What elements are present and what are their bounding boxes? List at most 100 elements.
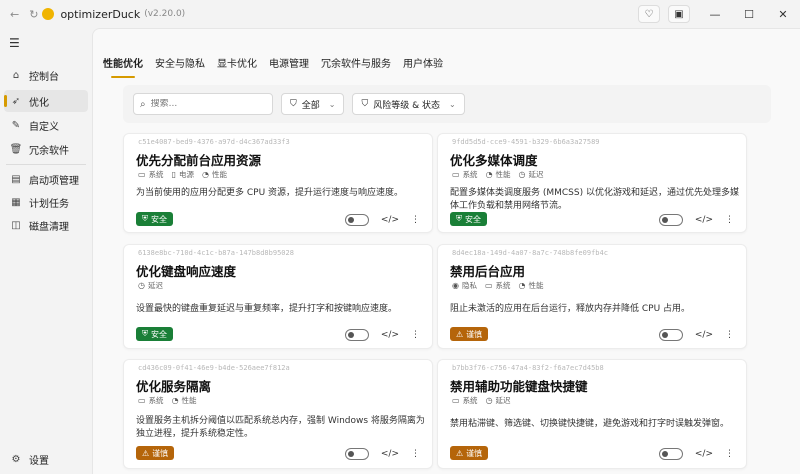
search-icon: ⌕ xyxy=(140,98,146,110)
code-icon[interactable]: </> xyxy=(695,449,713,459)
tab-bloatware-services[interactable]: 冗余软件与服务 xyxy=(321,55,391,70)
tweak-title: 禁用后台应用 xyxy=(450,264,526,279)
tag-label: 性能 xyxy=(181,396,197,405)
tab-security-privacy[interactable]: 安全与隐私 xyxy=(155,55,205,70)
risk-label: 谨慎 xyxy=(152,448,169,458)
home-icon: ⌂ xyxy=(12,69,20,81)
sidebar-item-scheduled-tasks[interactable]: ▦ 计划任务 xyxy=(4,191,88,213)
code-icon[interactable]: </> xyxy=(381,215,399,225)
code-icon[interactable]: </> xyxy=(695,330,713,340)
tweak-description: 设置最快的键盘重复延迟与重复频率，提升打字和按键响应速度。 xyxy=(136,304,398,314)
tweak-controls: </> ⋮ xyxy=(344,329,420,341)
sidebar-item-custom[interactable]: ✎ 自定义 xyxy=(4,114,88,136)
warning-icon: ⚠ xyxy=(456,329,464,339)
tweak-toggle[interactable] xyxy=(344,329,369,341)
tweak-toggle[interactable] xyxy=(658,214,683,226)
tag-label: 性能 xyxy=(528,281,544,290)
more-icon[interactable]: ⋮ xyxy=(411,330,420,340)
tweak-toggle[interactable] xyxy=(344,448,369,460)
risk-badge: ⚠ 谨慎 xyxy=(450,446,489,460)
tag-label: 延迟 xyxy=(495,396,511,405)
tag-label: 延迟 xyxy=(528,170,544,179)
tweak-tag: ▭ 系统 xyxy=(138,169,164,180)
sidebar-item-optimize[interactable]: ➶ 优化 xyxy=(4,90,88,112)
tweak-tag: ◉ 隐私 xyxy=(452,280,477,291)
more-icon[interactable]: ⋮ xyxy=(725,330,734,340)
gear-icon: ⚙ xyxy=(11,453,21,465)
clock-icon: ◷ xyxy=(518,170,526,179)
calendar-icon: ▦ xyxy=(11,196,21,208)
risk-status-label: 风险等级 & 状态 xyxy=(373,100,440,111)
tweak-description: 为当前使用的应用分配更多 CPU 资源，提升运行速度与响应速度。 xyxy=(136,188,404,198)
risk-badge: ⛨ 安全 xyxy=(450,212,487,226)
more-icon[interactable]: ⋮ xyxy=(725,215,734,225)
tweak-toggle[interactable] xyxy=(658,448,683,460)
tweak-tags: ◉ 隐私 ▭ 系统 ◔ 性能 xyxy=(452,280,544,291)
sidebar-item-disk-cleanup[interactable]: ◫ 磁盘清理 xyxy=(4,214,88,236)
search-input[interactable] xyxy=(150,99,261,109)
tag-label: 系统 xyxy=(462,396,478,405)
tab-user-experience[interactable]: 用户体验 xyxy=(403,55,443,70)
tweak-card: cd436c09-0f41-46e9-b4de-526aee7f812a 优化服… xyxy=(123,359,433,469)
risk-label: 安全 xyxy=(465,214,481,224)
title-nav: ← ↻ xyxy=(0,8,38,21)
privacy-icon: ◉ xyxy=(452,281,459,290)
tweak-description: 配置多媒体类调度服务 (MMCSS) 以优化游戏和延迟，通过优先处理多媒体工作负… xyxy=(450,188,739,211)
sidebar-item-dashboard[interactable]: ⌂ 控制台 xyxy=(4,64,88,86)
close-icon[interactable]: ✕ xyxy=(766,0,800,28)
sidebar-item-startup[interactable]: ▤ 启动项管理 xyxy=(4,168,88,190)
tweak-card: c51e4087-bed9-4376-a97d-d4c367ad33f3 优先分… xyxy=(123,133,433,233)
risk-badge: ⛨ 安全 xyxy=(136,212,173,226)
sidebar-item-settings[interactable]: ⚙ 设置 xyxy=(4,448,88,470)
tweak-tag: ◔ 性能 xyxy=(486,169,511,180)
sidebar-item-label: 优化 xyxy=(29,97,49,109)
gauge-icon: ◔ xyxy=(485,170,493,179)
tag-label: 延迟 xyxy=(147,281,163,290)
more-icon[interactable]: ⋮ xyxy=(725,449,734,459)
tweak-toggle[interactable] xyxy=(658,329,683,341)
tab-gpu[interactable]: 显卡优化 xyxy=(217,55,257,70)
more-icon[interactable]: ⋮ xyxy=(411,449,420,459)
minimize-icon[interactable]: — xyxy=(698,0,732,28)
sidebar-item-label: 磁盘清理 xyxy=(29,221,69,233)
code-icon[interactable]: </> xyxy=(381,449,399,459)
tweak-tag: ▭ 系统 xyxy=(138,395,164,406)
risk-label: 谨慎 xyxy=(466,448,483,458)
tweak-id: cd436c09-0f41-46e9-b4de-526aee7f812a xyxy=(138,364,290,372)
main-content: 性能优化 安全与隐私 显卡优化 电源管理 冗余软件与服务 用户体验 ⌕ ⛉ 全部… xyxy=(92,28,800,474)
code-icon[interactable]: </> xyxy=(695,215,713,225)
tag-label: 系统 xyxy=(148,170,164,179)
sidebar-item-label: 冗余软件 xyxy=(29,145,69,157)
heart-icon[interactable]: ♡ xyxy=(638,5,660,23)
maximize-icon[interactable]: ☐ xyxy=(732,0,766,28)
shield-check-icon: ⛨ xyxy=(456,214,462,223)
tweak-description: 禁用粘滞键、筛选键、切换键快捷键，避免游戏和打字时误触发弹窗。 xyxy=(450,419,730,429)
category-dropdown[interactable]: ⛉ 全部 ⌄ xyxy=(281,93,345,115)
more-icon[interactable]: ⋮ xyxy=(411,215,420,225)
tag-label: 电源 xyxy=(178,170,194,179)
clock-icon: ◷ xyxy=(485,396,493,405)
monitor-icon: ▭ xyxy=(452,396,460,405)
tweak-controls: </> ⋮ xyxy=(658,214,734,226)
refresh-icon[interactable]: ↻ xyxy=(29,8,38,21)
tweak-tag: ▯ 电源 xyxy=(172,169,194,180)
tweak-toggle[interactable] xyxy=(344,214,369,226)
startup-icon: ▤ xyxy=(11,173,21,185)
tab-power[interactable]: 电源管理 xyxy=(269,55,309,70)
tab-performance[interactable]: 性能优化 xyxy=(103,55,143,78)
hamburger-menu-icon[interactable]: ☰ xyxy=(9,36,20,50)
risk-status-dropdown[interactable]: ⛉ 风险等级 & 状态 ⌄ xyxy=(352,93,465,115)
search-box[interactable]: ⌕ xyxy=(133,93,273,115)
tweak-description: 阻止未激活的应用在后台运行，释放内存并降低 CPU 占用。 xyxy=(450,304,691,314)
filter-bar: ⌕ ⛉ 全部 ⌄ ⛉ 风险等级 & 状态 ⌄ xyxy=(123,85,771,123)
tweak-tags: ▭ 系统 ◔ 性能 xyxy=(138,395,197,406)
tag-label: 性能 xyxy=(211,170,227,179)
tweak-card: 9fdd5d5d-cce9-4591-b329-6b6a3a27589 优化多媒… xyxy=(437,133,747,233)
sidebar-item-bloatware[interactable]: 🗑 冗余软件 xyxy=(4,138,88,160)
tweak-tags: ◷ 延迟 xyxy=(138,280,163,291)
code-icon[interactable]: </> xyxy=(381,330,399,340)
back-arrow-icon[interactable]: ← xyxy=(10,8,19,21)
sidebar-item-label: 计划任务 xyxy=(29,198,69,210)
briefcase-icon[interactable]: ▣ xyxy=(668,5,690,23)
category-value: 全部 xyxy=(301,100,320,111)
